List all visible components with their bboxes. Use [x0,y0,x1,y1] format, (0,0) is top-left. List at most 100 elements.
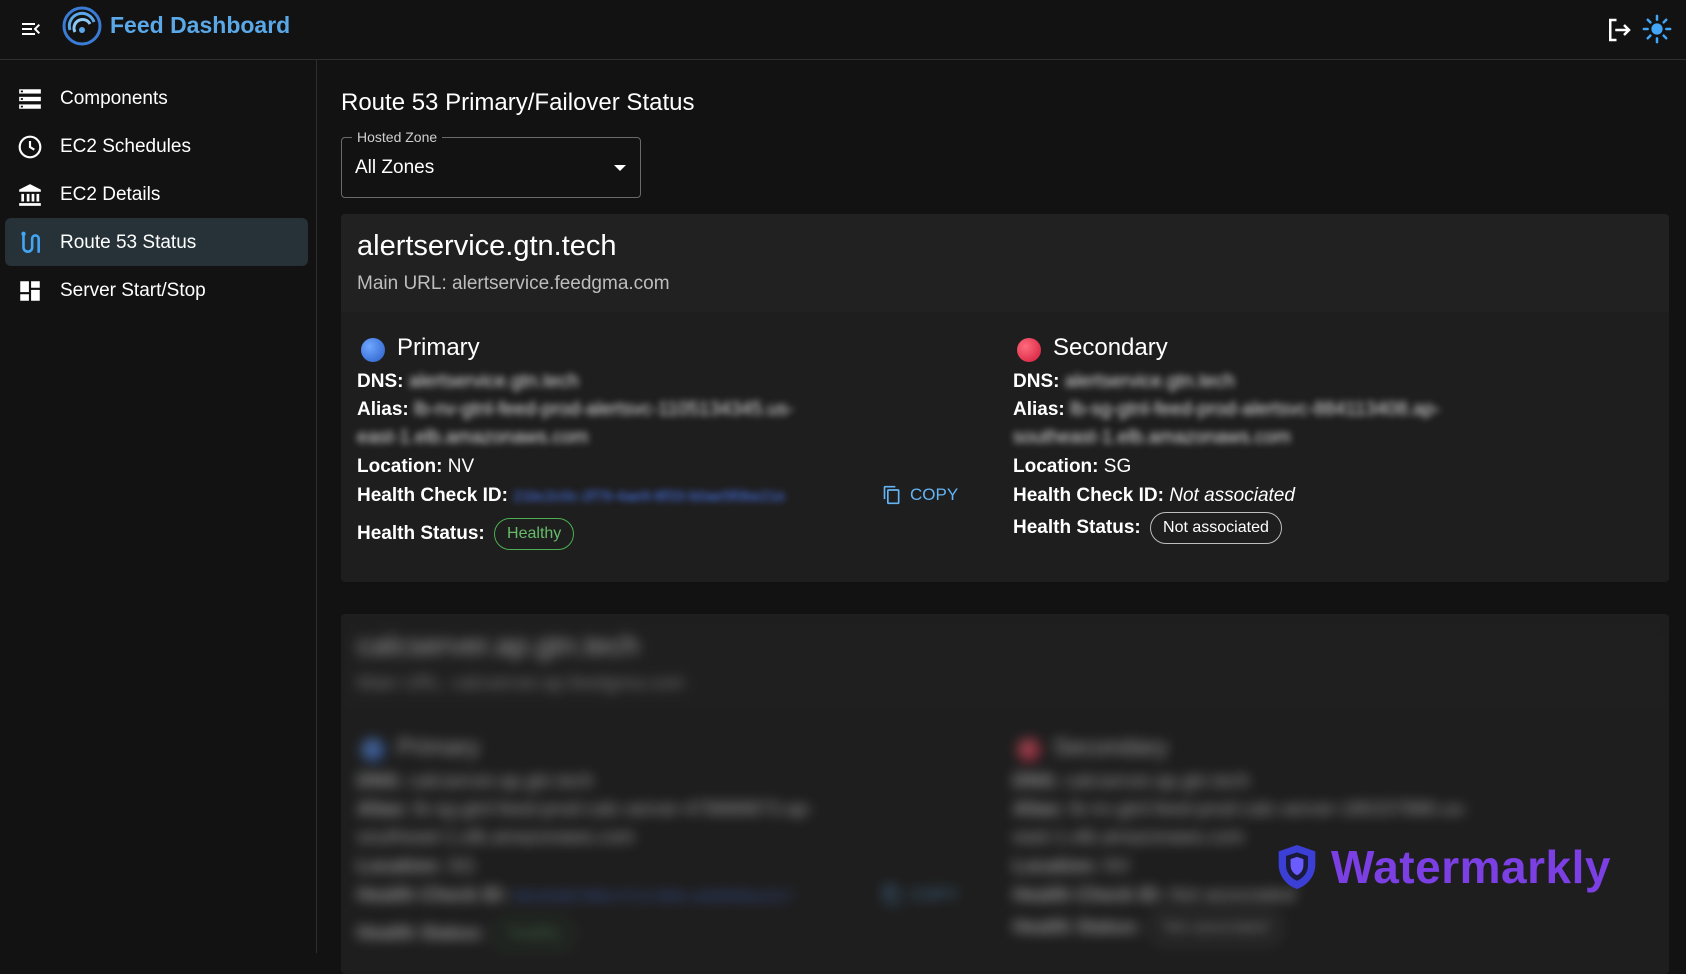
location-row: Location: SG [1013,453,1131,481]
alias-row: Alias: lb-sg-gtnl-feed-prod-calc-server-… [357,796,813,824]
sidebar-item-label: Components [60,88,168,109]
secondary-status-dot-icon [1017,738,1041,762]
health-check-row: Health Check ID: 21bc2c0c-2f79-4ae9-8f33… [357,482,785,511]
shield-icon [1278,845,1316,889]
alias-row: Alias: lb-nv-gtnl-feed-prod-alertsvc-110… [357,396,794,424]
secondary-title: Secondary [1053,334,1168,361]
app-logo [62,6,102,46]
health-status-row: Health Status: Not associated [1013,912,1282,944]
health-check-id-value: Not associated [1169,485,1295,506]
caret-down-icon [614,165,626,171]
alias-row: Alias: lb-nv-gtnl-feed-prod-calc-server-… [1013,796,1468,824]
sidebar-item-server-start-stop[interactable]: Server Start/Stop [5,266,308,314]
dashboard-icon [20,281,40,301]
secondary-title: Secondary [1053,734,1168,761]
record-name: alertservice.gtn.tech [357,230,617,262]
location-value: NV [1103,856,1131,877]
health-status-label: Health Status: [357,523,485,545]
sidebar-item-route-53-status[interactable]: Route 53 Status [5,218,308,266]
secondary-status-dot-icon [1017,338,1041,362]
sidebar-item-components[interactable]: Components [5,74,308,122]
menu-collapse-icon [22,23,40,35]
health-check-label: Health Check ID: [357,885,508,906]
dns-value: calcserver.ap.gtn.tech [408,771,594,792]
alias-label: Alias: [357,399,409,420]
health-status-label: Health Status: [1013,917,1141,939]
copy-button[interactable]: COPY [882,884,958,906]
main-url-value: alertservice.feedgma.com [452,273,670,294]
location-row: Location: SG [357,853,475,881]
copy-button[interactable]: COPY [882,484,958,506]
primary-status-dot-icon [361,338,385,362]
alias-value-continued: southeast-1.elb.amazonaws.com [1013,427,1291,448]
copy-icon [883,885,900,905]
health-status-badge: Healthy [494,518,575,550]
hosted-zone-select[interactable]: Hosted Zone All Zones [341,129,641,198]
bank-icon [19,184,41,206]
location-label: Location: [357,456,443,477]
alias-row-continued: southeast-1.elb.amazonaws.com [357,824,635,852]
dns-label: DNS: [357,771,404,792]
sun-icon [1642,14,1672,44]
route-record-card: calcserver.ap.gtn.tech Main URL: calcser… [341,614,1669,974]
blurred-card-content: calcserver.ap.gtn.tech Main URL: calcser… [341,614,1669,974]
sidebar-item-ec2-schedules[interactable]: EC2 Schedules [5,122,308,170]
alias-value: lb-sg-gtnl-feed-prod-alertsvc-884113408.… [1070,399,1441,420]
page-title: Route 53 Primary/Failover Status [341,89,695,116]
dns-label: DNS: [357,371,404,392]
dns-value: alertservice.gtn.tech [408,371,579,392]
alias-value: lb-nv-gtnl-feed-prod-alertsvc-1105134345… [414,399,794,420]
alias-value-continued: east-1.elb.amazonaws.com [357,427,589,448]
top-app-bar: Feed Dashboard [0,0,1686,60]
dns-label: DNS: [1013,771,1060,792]
dns-row: DNS: alertservice.gtn.tech [1013,368,1235,396]
alias-label: Alias: [1013,799,1065,820]
health-check-label: Health Check ID: [1013,485,1164,506]
watermark: Watermarkly [1275,840,1611,894]
health-check-row: Health Check ID: b8cdc8d0-f86d-4712-9b6c… [357,882,793,911]
location-row: Location: NV [357,453,474,481]
clock-icon [18,135,42,159]
health-status-badge: Not associated [1150,912,1282,944]
sidebar-item-label: Route 53 Status [60,232,197,253]
health-status-row: Health Status: Healthy [357,518,575,550]
route-record-card: alertservice.gtn.tech Main URL: alertser… [341,214,1669,582]
alias-row-continued: southeast-1.elb.amazonaws.com [1013,424,1291,452]
watermark-text: Watermarkly [1331,841,1611,893]
main-url: Main URL: alertservice.feedgma.com [357,273,670,295]
health-check-row: Health Check ID: Not associated [1013,882,1295,910]
logout-icon [1609,18,1631,42]
health-status-badge: Not associated [1150,512,1282,544]
alias-value: lb-nv-gtnl-feed-prod-calc-server-1801578… [1070,799,1469,820]
menu-collapse-button[interactable] [16,14,46,44]
main-url-label: Main URL: [357,273,447,294]
logout-button[interactable] [1604,15,1634,45]
sidebar-item-label: EC2 Schedules [60,136,191,157]
copy-label: COPY [910,885,959,904]
dns-value: calcserver.ap.gtn.tech [1064,771,1250,792]
primary-status-dot-icon [361,738,385,762]
health-check-id-link[interactable]: b8cdc8d0-f86d-4712-9b6c-a06d55ba12c7 [513,888,792,905]
health-check-label: Health Check ID: [1013,885,1164,906]
dns-value: alertservice.gtn.tech [1064,371,1235,392]
location-value: SG [447,856,476,877]
location-value: SG [1103,456,1132,477]
dns-row: DNS: calcserver.ap.gtn.tech [357,768,594,796]
location-value: NV [447,456,475,477]
alias-value-continued: southeast-1.elb.amazonaws.com [357,827,635,848]
location-row: Location: NV [1013,853,1130,881]
health-status-row: Health Status: Not associated [1013,512,1282,544]
route-icon [21,231,40,253]
alias-value: lb-sg-gtnl-feed-prod-calc-server-4788888… [414,799,814,820]
health-status-label: Health Status: [1013,517,1141,539]
health-check-row: Health Check ID: Not associated [1013,482,1295,510]
alias-value-continued: east-1.elb.amazonaws.com [1013,827,1245,848]
theme-toggle-button[interactable] [1642,14,1672,44]
copy-label: COPY [910,485,959,504]
alias-row-continued: east-1.elb.amazonaws.com [357,424,588,452]
card-header: calcserver.ap.gtn.tech Main URL: calcser… [341,614,1669,712]
main-content: Route 53 Primary/Failover Status Hosted … [341,60,1671,974]
health-check-id-link[interactable]: 21bc2c0c-2f79-4ae9-8f33-b0ae5f0be21e [513,488,785,505]
sidebar-item-ec2-details[interactable]: EC2 Details [5,170,308,218]
primary-title: Primary [397,734,480,761]
